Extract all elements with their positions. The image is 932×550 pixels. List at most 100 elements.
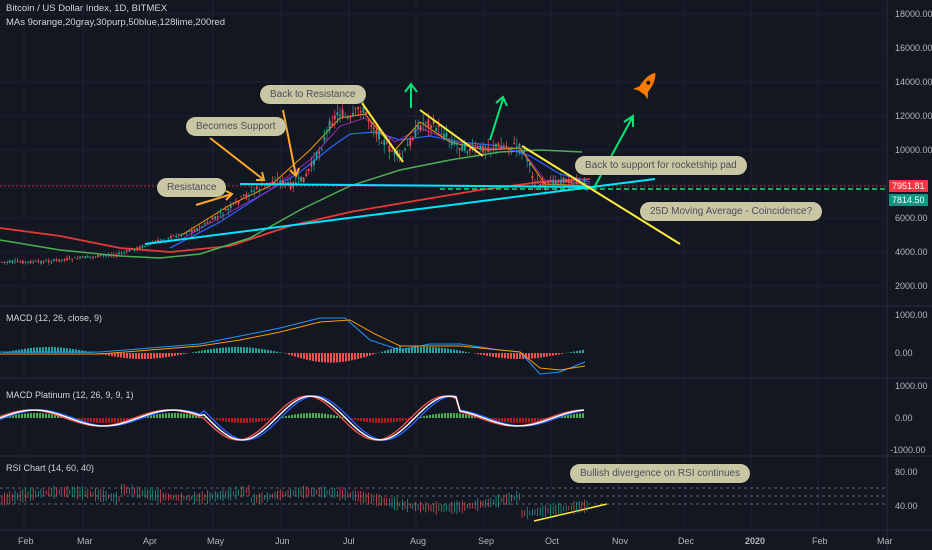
platinum-histogram-bar (231, 418, 233, 423)
candle (305, 173, 308, 177)
candle (453, 141, 456, 145)
macd-histogram-bar (288, 353, 290, 355)
platinum-histogram-bar (96, 418, 98, 423)
candle (84, 256, 87, 259)
macd-histogram-bar (294, 353, 296, 357)
macd-histogram-bar (297, 353, 299, 358)
annotation-ma-coincidence[interactable]: 25D Moving Average - Coincidence? (640, 202, 823, 221)
macd-histogram-bar (171, 353, 173, 357)
macd-histogram-bar (207, 349, 209, 353)
macd-platinum-indicator (0, 395, 585, 441)
candle (196, 228, 198, 231)
platinum-histogram-bar (39, 413, 41, 418)
candle (203, 223, 206, 225)
price-axis-label: 2000.00 (895, 281, 928, 291)
macd-histogram-bar (453, 349, 455, 353)
candle (406, 144, 409, 146)
macd-histogram-bar (537, 353, 539, 358)
candle (336, 112, 339, 116)
platinum-histogram-bar (264, 418, 266, 421)
platinum-histogram-bar (456, 413, 458, 418)
macd-histogram-bar (468, 352, 470, 353)
macd-histogram-bar (540, 353, 542, 358)
platinum-histogram-bar (444, 413, 446, 418)
candle (419, 125, 422, 131)
candle (515, 146, 518, 149)
annotation-becomes-support[interactable]: Becomes Support (186, 117, 286, 136)
candle (497, 143, 500, 145)
candle (6, 261, 9, 263)
platinum-histogram-bar (291, 414, 293, 418)
macd-histogram-bar (348, 353, 350, 361)
candle (128, 249, 131, 252)
platinum-histogram-bar (225, 418, 227, 422)
platinum-histogram-bar (501, 418, 503, 422)
candle (258, 188, 261, 190)
price-axis-label: 12000.00 (895, 111, 932, 121)
plat-axis-label: 0.00 (895, 413, 913, 423)
macd-histogram-bar (165, 353, 167, 358)
candle (500, 146, 503, 150)
macd-histogram-bar (513, 353, 515, 359)
candle (177, 233, 180, 236)
candle (552, 179, 555, 186)
platinum-histogram-bar (522, 418, 524, 423)
platinum-histogram-bar (360, 418, 362, 422)
chart-window[interactable]: Bitcoin / US Dollar Index, 1D, BITMEX MA… (0, 0, 932, 550)
platinum-histogram-bar (297, 413, 299, 418)
macd-histogram-bar (531, 353, 533, 359)
candle (245, 193, 248, 198)
candle (357, 106, 360, 109)
candle (339, 114, 341, 116)
rocket-icon (632, 72, 656, 100)
candle (120, 253, 123, 254)
candle (450, 140, 453, 146)
candle (521, 151, 523, 153)
candle (190, 230, 193, 233)
platinum-histogram-bar (405, 418, 407, 421)
annotation-back-to-support[interactable]: Back to support for rocketship pad (575, 156, 747, 175)
macd-histogram-bar (255, 348, 257, 353)
platinum-histogram-bar (423, 416, 425, 418)
candle (541, 181, 544, 186)
macd-histogram-bar (558, 353, 560, 355)
current-price-tag: 7951.81 (889, 180, 928, 192)
candle (505, 145, 508, 148)
annotation-rsi-divergence[interactable]: Bullish divergence on RSI continues (570, 464, 751, 483)
macd-histogram-bar (495, 353, 497, 358)
candle (159, 239, 162, 241)
macd-histogram-bar (375, 353, 377, 354)
time-axis-label: Jul (343, 536, 355, 546)
platinum-histogram-bar (363, 418, 365, 422)
ma200-line (0, 178, 591, 253)
candle (437, 125, 440, 128)
annotation-resistance[interactable]: Resistance (157, 178, 227, 197)
candle (94, 256, 97, 258)
platinum-histogram-bar (156, 414, 158, 418)
macd-histogram-bar (327, 353, 329, 363)
candle (508, 147, 510, 151)
macd-histogram-bar (465, 351, 467, 353)
candle (240, 196, 243, 198)
plat-axis-label: -1000.00 (890, 445, 926, 455)
platinum-histogram-bar (519, 418, 521, 423)
macd-histogram-bar (231, 347, 233, 353)
candle (19, 261, 22, 263)
candle (276, 178, 279, 180)
candle (86, 255, 89, 258)
macd-histogram-bar (552, 353, 554, 356)
chart-canvas[interactable] (0, 0, 932, 550)
macd-histogram-bar (150, 353, 152, 359)
platinum-histogram-bar (153, 414, 155, 418)
candle (227, 208, 230, 211)
macd-histogram-bar (78, 349, 80, 353)
candle (554, 180, 557, 186)
platinum-histogram-bar (318, 413, 320, 418)
macd-histogram-bar (192, 352, 194, 353)
candle (341, 109, 344, 118)
candle (66, 258, 68, 261)
rsi-label: RSI Chart (14, 60, 40) (6, 463, 95, 473)
platinum-histogram-bar (534, 418, 536, 422)
macd-histogram-bar (198, 351, 200, 353)
annotation-back-to-resistance[interactable]: Back to Resistance (260, 85, 366, 104)
